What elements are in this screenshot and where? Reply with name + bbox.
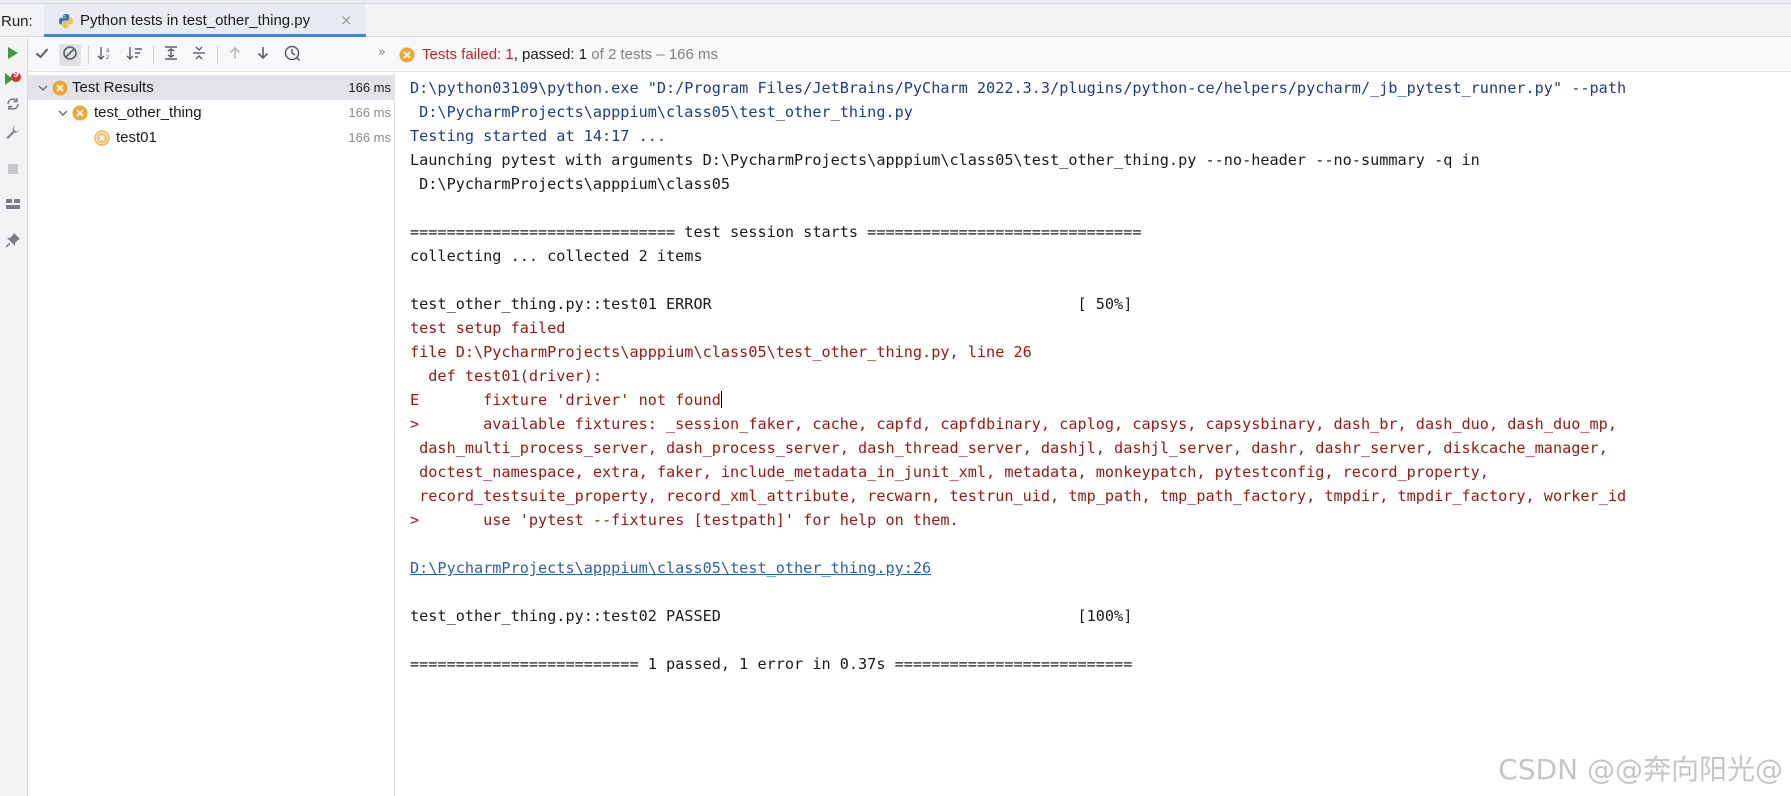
console-line-test-result: test_other_thing.py::test01 ERROR [ 50%] — [410, 295, 1133, 313]
tree-item-duration: 166 ms — [348, 105, 391, 120]
rerun-button[interactable] — [2, 43, 24, 65]
run-tab-title: Python tests in test_other_thing.py — [80, 12, 311, 29]
toolbar-separator — [153, 46, 154, 64]
tree-item-label: Test Results — [72, 79, 154, 96]
tree-item-label: test01 — [116, 129, 157, 146]
collapse-all-icon — [191, 45, 207, 65]
test-status-summary: Tests failed: 1, passed: 1 of 2 tests – … — [422, 46, 718, 63]
console-line-error: > use 'pytest --fixtures [testpath]' for… — [410, 511, 959, 529]
rerun-badge: 9 — [13, 70, 20, 80]
toolbar-overflow-icon[interactable]: » — [378, 45, 386, 60]
console-line-error: E fixture 'driver' not found — [410, 391, 721, 409]
status-total: of 2 tests – 166 ms — [587, 46, 719, 63]
play-icon — [6, 45, 20, 64]
expand-all-button[interactable] — [160, 44, 182, 66]
close-tab-icon[interactable]: × — [340, 11, 353, 29]
tree-item-duration: 166 ms — [348, 130, 391, 145]
layout-button[interactable] — [2, 195, 24, 217]
show-passed-button[interactable] — [31, 44, 53, 66]
show-ignored-button[interactable] — [59, 44, 81, 66]
test-history-button[interactable] — [281, 44, 303, 66]
pin-icon — [5, 232, 21, 252]
previous-failed-test-button[interactable] — [224, 44, 246, 66]
layout-icon — [5, 196, 21, 216]
svg-text:z: z — [106, 54, 109, 61]
error-status-icon — [399, 47, 415, 63]
console-line-command: D:\python03109\python.exe "D:/Program Fi… — [410, 79, 1627, 97]
sort-alphabetically-button[interactable]: az — [95, 44, 117, 66]
text-caret — [720, 391, 722, 408]
stop-button[interactable] — [2, 159, 24, 181]
next-failed-test-button[interactable] — [252, 44, 274, 66]
console-output[interactable]: D:\python03109\python.exe "D:/Program Fi… — [396, 73, 1791, 796]
console-line-error: file D:\PycharmProjects\apppium\class05\… — [410, 343, 1032, 361]
console-file-link[interactable]: D:\PycharmProjects\apppium\class05\test_… — [410, 556, 931, 580]
run-side-toolbar: 9 — [0, 38, 28, 796]
error-status-icon — [94, 130, 110, 146]
console-line-error: record_testsuite_property, record_xml_at… — [410, 487, 1627, 505]
run-tool-window-header: Run: Python tests in test_other_thing.py… — [0, 4, 1791, 37]
test-results-tree: Test Results 166 ms test_other_thing 166… — [28, 73, 395, 796]
test-runner-toolbar: az » Tests failed: 1, passed: 1 of 2 tes… — [28, 38, 1791, 72]
console-line-error: doctest_namespace, extra, faker, include… — [410, 463, 1489, 481]
sort-duration-icon — [126, 45, 144, 65]
stop-icon — [6, 161, 20, 180]
console-line: Launching pytest with arguments D:\Pycha… — [410, 151, 1480, 169]
console-line-error: def test01(driver): — [410, 367, 603, 385]
run-label: Run: — [1, 13, 33, 30]
toggle-auto-test-button[interactable] — [2, 95, 24, 117]
console-line-info: Testing started at 14:17 ... — [410, 127, 667, 145]
tree-item-test-results[interactable]: Test Results 166 ms — [28, 75, 395, 100]
sort-by-duration-button[interactable] — [124, 44, 146, 66]
chevron-down-icon[interactable] — [36, 80, 50, 94]
arrow-down-icon — [255, 45, 271, 65]
tree-item-duration: 166 ms — [348, 80, 391, 95]
console-line-test-result: test_other_thing.py::test02 PASSED [100%… — [410, 607, 1133, 625]
status-failed-count: Tests failed: 1 — [422, 46, 514, 63]
status-passed-count: , passed: 1 — [513, 46, 588, 63]
console-line-error: dash_multi_process_server, dash_process_… — [410, 439, 1608, 457]
history-clock-icon — [283, 44, 301, 66]
expand-all-icon — [163, 45, 179, 65]
tree-item-test01[interactable]: test01 166 ms — [28, 125, 395, 150]
error-status-icon — [52, 80, 68, 96]
console-line-session-header: ============================= test sessi… — [410, 223, 1142, 241]
arrow-up-icon — [227, 45, 243, 65]
error-status-icon — [72, 105, 88, 121]
tree-item-test-other-thing[interactable]: test_other_thing 166 ms — [28, 100, 395, 125]
ignored-icon — [62, 45, 78, 65]
rerun-failed-icon: 9 — [4, 70, 22, 87]
rerun-failed-button[interactable]: 9 — [2, 68, 24, 90]
console-line-command: D:\PycharmProjects\apppium\class05\test_… — [410, 103, 913, 121]
console-line-session-footer: ========================= 1 passed, 1 er… — [410, 655, 1133, 673]
pin-tab-button[interactable] — [2, 231, 24, 253]
settings-wrench-button[interactable] — [2, 123, 24, 145]
console-line: D:\PycharmProjects\apppium\class05 — [410, 175, 731, 193]
toolbar-separator — [217, 46, 218, 64]
cycle-icon — [5, 96, 21, 116]
tree-item-label: test_other_thing — [94, 104, 202, 121]
chevron-down-icon[interactable] — [56, 105, 70, 119]
run-tab-python-tests[interactable]: Python tests in test_other_thing.py × — [44, 4, 366, 37]
active-tab-underline — [44, 34, 366, 37]
console-line: collecting ... collected 2 items — [410, 247, 703, 265]
wrench-icon — [5, 124, 21, 144]
sort-alpha-icon: az — [97, 45, 115, 65]
console-line-error: > available fixtures: _session_faker, ca… — [410, 415, 1617, 433]
console-line-error-with-caret: E fixture 'driver' not found — [410, 388, 722, 412]
toolbar-separator — [88, 46, 89, 64]
python-icon — [58, 13, 74, 29]
collapse-all-button[interactable] — [188, 44, 210, 66]
csdn-watermark: CSDN @@奔向阳光@ — [1498, 753, 1783, 786]
svg-text:a: a — [106, 47, 110, 54]
console-line-error: test setup failed — [410, 319, 566, 337]
checkmark-icon — [34, 45, 50, 65]
